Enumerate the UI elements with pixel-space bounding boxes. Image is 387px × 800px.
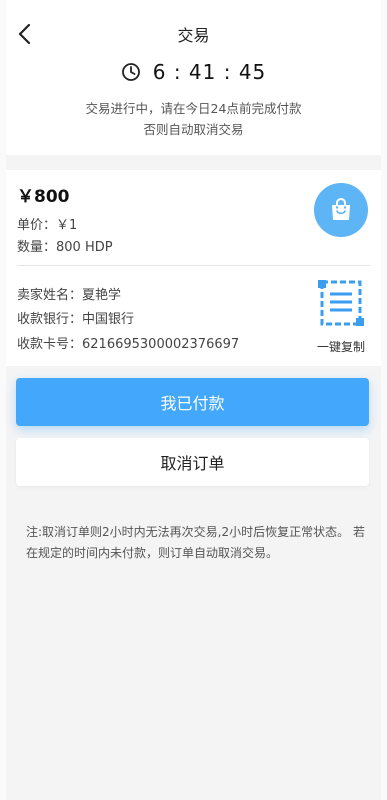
quantity: 数量：800 HDP: [17, 240, 113, 255]
card-divider: [17, 265, 370, 266]
card-number: 收款卡号：6216695300002376697: [17, 337, 240, 352]
clock-icon: [121, 63, 140, 81]
countdown-timer: 6 : 41 : 45: [6, 60, 381, 84]
payment-notice: 交易进行中，请在今日24点前完成付款 否则自动取消交易: [6, 98, 381, 140]
notice-line-1: 交易进行中，请在今日24点前完成付款: [85, 101, 302, 116]
right-edge: [381, 0, 387, 800]
footer-note: 注:取消订单则2小时内无法再次交易,2小时后恢复正常状态。 若在规定的时间内未付…: [26, 525, 365, 560]
seller-name: 卖家姓名：夏艳学: [17, 288, 122, 303]
copy-button[interactable]: 一键复制: [309, 278, 373, 355]
notice-line-2: 否则自动取消交易: [143, 122, 244, 137]
bank-name: 收款银行：中国银行: [17, 312, 135, 327]
countdown-text: 6 : 41 : 45: [152, 60, 267, 84]
order-amount: ￥800: [17, 187, 70, 207]
shopping-bag-icon: [332, 197, 350, 220]
order-card: ￥800 单价：￥1 数量：800 HDP 卖家姓名：夏艳学 收款银行：中国银行…: [6, 170, 381, 366]
paid-button[interactable]: 我已付款: [16, 378, 369, 426]
header-section: 交易 6 : 41 : 45 交易进行中，请在今日24点前完成付款 否则自动取消…: [6, 0, 381, 155]
page-title: 交易: [177, 26, 210, 45]
document-copy-icon: [318, 280, 364, 326]
unit-price: 单价：￥1: [17, 218, 78, 233]
cancel-order-button[interactable]: 取消订单: [16, 438, 369, 486]
copy-label: 一键复制: [316, 340, 365, 354]
shopping-bag-badge: [314, 183, 368, 237]
